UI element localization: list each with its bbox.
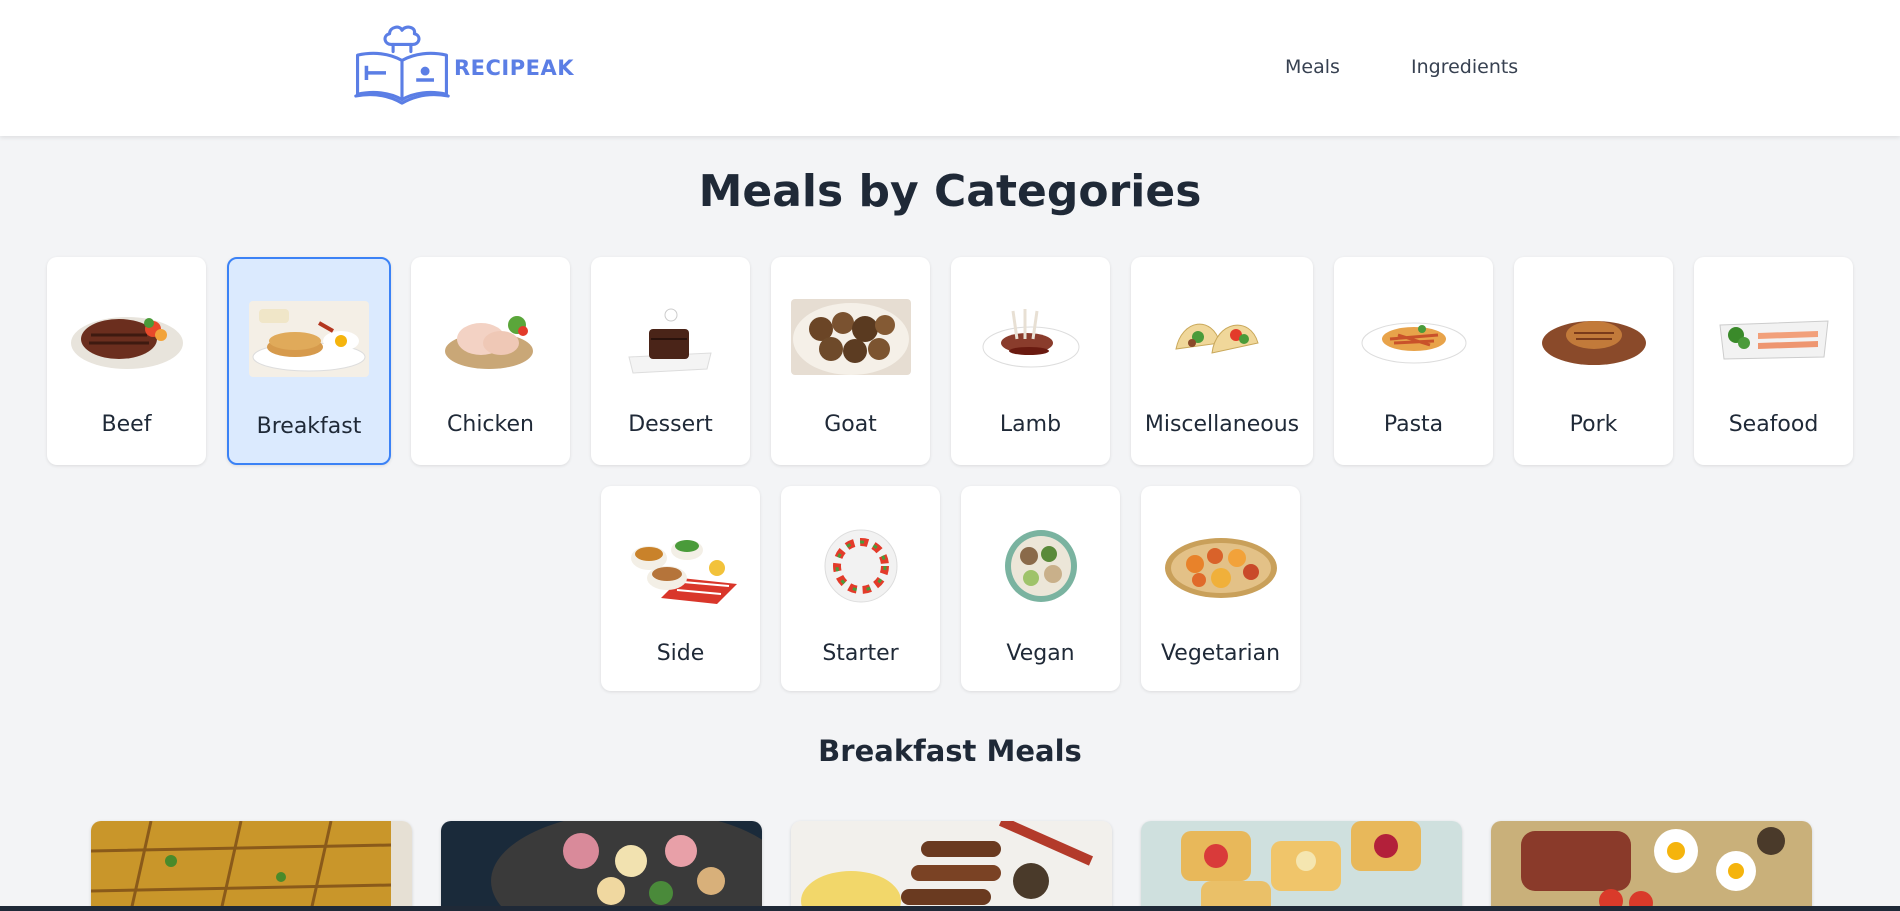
category-label: Goat [824,412,877,437]
lamb-image [971,299,1091,375]
beef-image [67,299,187,375]
category-label: Vegan [1006,641,1075,666]
category-label: Breakfast [256,414,362,439]
category-label: Lamb [999,412,1062,437]
breakfast-image [249,301,369,377]
category-label: Seafood [1728,412,1819,437]
category-card-miscellaneous[interactable]: Miscellaneous [1131,257,1313,465]
meal-image [1141,821,1462,911]
meal-card[interactable] [91,821,412,911]
category-card-breakfast[interactable]: Breakfast [227,257,391,465]
meal-card[interactable] [441,821,762,911]
side-image [621,528,741,604]
category-label: Side [656,641,705,666]
brand-logo[interactable]: RECIPEAK [354,20,574,108]
vegan-image [981,528,1101,604]
meal-image [791,821,1112,911]
meal-image [1491,821,1812,911]
nav-link-ingredients[interactable]: Ingredients [1411,56,1518,78]
category-card-side[interactable]: Side [601,486,760,691]
category-label: Pasta [1383,412,1444,437]
dessert-image [611,299,731,375]
category-label: Chicken [447,412,534,437]
seafood-image [1714,299,1834,375]
category-card-pork[interactable]: Pork [1514,257,1673,465]
category-label: Miscellaneous [1144,412,1300,437]
section-title: Breakfast Meals [818,734,1082,768]
category-card-pasta[interactable]: Pasta [1334,257,1493,465]
category-card-dessert[interactable]: Dessert [591,257,750,465]
pork-image [1534,299,1654,375]
category-label: Starter [822,641,899,666]
meal-image [441,821,762,911]
category-card-starter[interactable]: Starter [781,486,940,691]
category-label: Dessert [628,412,713,437]
category-card-seafood[interactable]: Seafood [1694,257,1853,465]
pasta-image [1354,299,1474,375]
vegetarian-image [1161,528,1281,604]
category-card-chicken[interactable]: Chicken [411,257,570,465]
chef-hat-book-icon [354,25,450,105]
brand-name: RECIPEAK [453,56,574,80]
navbar: RECIPEAK Meals Ingredients [0,0,1900,136]
page-title: Meals by Categories [698,166,1202,217]
miscellaneous-image [1162,299,1282,375]
category-label: Vegetarian [1160,641,1281,666]
bottom-bar [0,906,1900,911]
category-label: Beef [101,412,152,437]
category-card-lamb[interactable]: Lamb [951,257,1110,465]
starter-image [801,528,921,604]
meal-card[interactable] [1491,821,1812,911]
meal-card[interactable] [1141,821,1462,911]
nav-link-meals[interactable]: Meals [1285,56,1340,78]
meal-image [91,821,412,911]
goat-image [790,299,911,375]
category-card-vegetarian[interactable]: Vegetarian [1141,486,1300,691]
category-card-goat[interactable]: Goat [771,257,930,465]
category-label: Pork [1569,412,1618,437]
category-card-vegan[interactable]: Vegan [961,486,1120,691]
chicken-image [431,299,551,375]
category-card-beef[interactable]: Beef [47,257,206,465]
meal-card[interactable] [791,821,1112,911]
